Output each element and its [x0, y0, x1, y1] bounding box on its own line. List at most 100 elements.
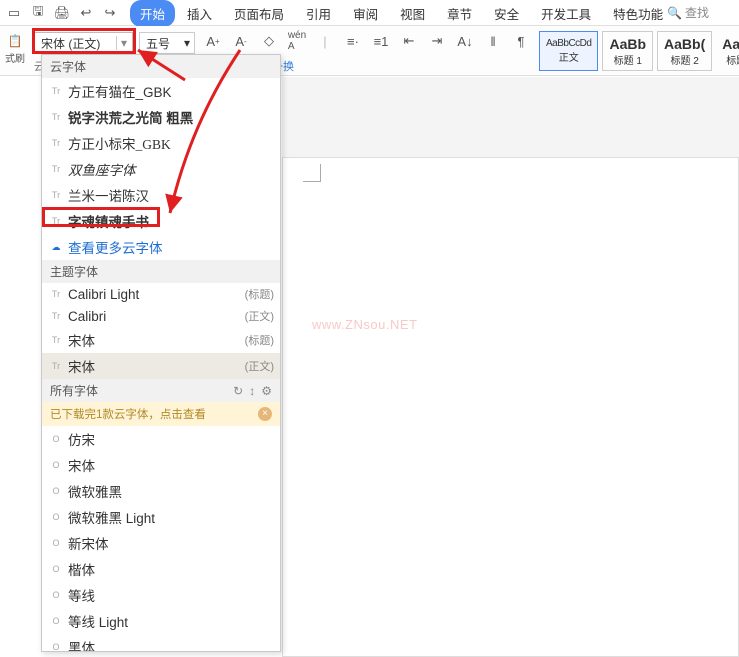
all-font-item[interactable]: O黑体 — [42, 634, 280, 652]
cloud-icon: ☁ — [50, 242, 62, 253]
watermark: www.ZNsou.NET — [312, 317, 417, 332]
more-cloud-fonts-link[interactable]: ☁查看更多云字体 — [42, 234, 280, 260]
font-controls: 宋体 (正文) ▾ 五号 ▾ — [34, 32, 195, 54]
qat-print-icon[interactable]: 🖨 — [54, 5, 70, 21]
font-dropdown-panel: 云字体 Tr方正有猫在_GBK Tr锐字洪荒之光简 粗黑 Tr方正小标宋_GBK… — [41, 54, 281, 652]
tt-icon: Tr — [50, 289, 62, 299]
shrink-font-icon[interactable]: A- — [232, 32, 250, 50]
tab-view[interactable]: 视图 — [390, 0, 435, 27]
tab-devtools[interactable]: 开发工具 — [531, 0, 601, 27]
tab-chapters[interactable]: 章节 — [437, 0, 482, 27]
tt-icon: Tr — [50, 190, 62, 200]
all-font-item[interactable]: O等线 Light — [42, 608, 280, 634]
line-spacing-icon[interactable]: ‖ — [484, 32, 502, 50]
cloud-font-item[interactable]: Tr字魂镇魂手书 — [42, 208, 280, 234]
cloud-font-item[interactable]: Tr方正有猫在_GBK — [42, 78, 280, 104]
phonetic-icon[interactable]: wénA — [288, 32, 306, 50]
tt-icon: Tr — [50, 216, 62, 226]
all-font-item[interactable]: O仿宋 — [42, 426, 280, 452]
section-all-fonts: 所有字体 ↻ ↕ ⚙ — [42, 379, 280, 402]
document-area: www.ZNsou.NET — [282, 77, 739, 652]
section-label: 主题字体 — [50, 263, 98, 280]
tt-icon: Tr — [50, 335, 62, 345]
sort-icon[interactable]: A↓ — [456, 32, 474, 50]
style-sample: AaBb( — [664, 36, 705, 52]
o-icon: O — [50, 642, 62, 652]
refresh-icon[interactable]: ↻ — [233, 384, 243, 398]
grow-font-icon[interactable]: A+ — [204, 32, 222, 50]
search-box[interactable]: 🔍 查找 — [667, 4, 709, 21]
all-font-item[interactable]: O等线 — [42, 582, 280, 608]
theme-font-item[interactable]: Tr宋体(标题) — [42, 327, 280, 353]
tab-insert[interactable]: 插入 — [177, 0, 222, 27]
tab-start[interactable]: 开始 — [130, 0, 175, 27]
o-icon: O — [50, 434, 62, 444]
format-painter[interactable]: 📋 式刷 — [0, 32, 30, 72]
chevron-down-icon[interactable]: ▾ — [184, 36, 190, 50]
style-sample: AaBb — [609, 36, 646, 52]
all-font-item[interactable]: O宋体 — [42, 452, 280, 478]
tt-icon: Tr — [50, 138, 62, 148]
qat-undo-icon[interactable]: ↩ — [78, 5, 94, 21]
indent-dec-icon[interactable]: ⇤ — [400, 32, 418, 50]
tab-security[interactable]: 安全 — [484, 0, 529, 27]
tab-references[interactable]: 引用 — [296, 0, 341, 27]
style-name: 标题 1 — [609, 52, 646, 67]
o-icon: O — [50, 460, 62, 470]
tab-pagelayout[interactable]: 页面布局 — [224, 0, 294, 27]
tt-icon: Tr — [50, 164, 62, 174]
style-name: 正文 — [546, 49, 591, 64]
style-heading2[interactable]: AaBb( 标题 2 — [657, 31, 712, 71]
numbering-icon[interactable]: ≡1 — [372, 32, 390, 50]
font-tools: A+ A- ◇ wénA | ≡· ≡1 ⇤ ⇥ A↓ ‖ ¶ — [204, 32, 530, 50]
all-font-item[interactable]: O楷体 — [42, 556, 280, 582]
style-name: 标题 2 — [664, 52, 705, 67]
theme-font-item[interactable]: TrCalibri(正文) — [42, 305, 280, 327]
page-corner-mark — [303, 164, 321, 182]
style-name: 标题 — [722, 52, 739, 67]
all-font-item[interactable]: O微软雅黑 — [42, 478, 280, 504]
qat-redo-icon[interactable]: ↪ — [102, 5, 118, 21]
bullets-icon[interactable]: ≡· — [344, 32, 362, 50]
font-size-combo[interactable]: 五号 ▾ — [139, 32, 195, 54]
all-font-item[interactable]: O微软雅黑 Light — [42, 504, 280, 530]
search-icon: 🔍 — [667, 6, 682, 20]
all-font-item[interactable]: O新宋体 — [42, 530, 280, 556]
o-icon: O — [50, 616, 62, 626]
style-title[interactable]: AaB 标题 — [716, 31, 739, 71]
download-notify-bar[interactable]: 已下载完1款云字体，点击查看 × — [42, 402, 280, 426]
theme-font-item[interactable]: Tr宋体(正文) — [42, 353, 280, 379]
styles-gallery: AaBbCcDd 正文 AaBb 标题 1 AaBb( 标题 2 AaB 标题 — [539, 26, 739, 76]
section-theme-fonts: 主题字体 — [42, 260, 280, 283]
tab-special[interactable]: 特色功能 — [603, 0, 673, 27]
settings-icon[interactable]: ⚙ — [261, 384, 272, 398]
cloud-font-item[interactable]: Tr锐字洪荒之光简 粗黑 — [42, 104, 280, 130]
style-sample: AaBbCcDd — [546, 38, 591, 49]
ribbon-tabs: 开始 插入 页面布局 引用 审阅 视图 章节 安全 开发工具 特色功能 — [130, 0, 673, 26]
close-icon[interactable]: × — [258, 407, 272, 421]
font-combo[interactable]: 宋体 (正文) ▾ — [34, 32, 133, 54]
chevron-down-icon[interactable]: ▾ — [116, 36, 128, 50]
o-icon: O — [50, 590, 62, 600]
style-normal[interactable]: AaBbCcDd 正文 — [539, 31, 598, 71]
font-combo-value: 宋体 (正文) — [41, 35, 100, 52]
o-icon: O — [50, 486, 62, 496]
qat-save-icon[interactable]: 🖫 — [30, 5, 46, 21]
tab-review[interactable]: 审阅 — [343, 0, 388, 27]
show-marks-icon[interactable]: ¶ — [512, 32, 530, 50]
cloud-font-item[interactable]: Tr双鱼座字体 — [42, 156, 280, 182]
cloud-font-item[interactable]: Tr兰米一诺陈汉 — [42, 182, 280, 208]
indent-inc-icon[interactable]: ⇥ — [428, 32, 446, 50]
qat-home-icon[interactable]: ▭ — [6, 5, 22, 21]
section-label: 云字体 — [50, 58, 86, 75]
separator: | — [316, 32, 334, 50]
document-page[interactable] — [282, 157, 739, 657]
style-heading1[interactable]: AaBb 标题 1 — [602, 31, 653, 71]
sort-icon[interactable]: ↕ — [249, 384, 255, 398]
tt-icon: Tr — [50, 311, 62, 321]
clear-format-icon[interactable]: ◇ — [260, 32, 278, 50]
cloud-font-item[interactable]: Tr方正小标宋_GBK — [42, 130, 280, 156]
theme-font-item[interactable]: TrCalibri Light(标题) — [42, 283, 280, 305]
o-icon: O — [50, 512, 62, 522]
section-cloud-fonts: 云字体 — [42, 55, 280, 78]
